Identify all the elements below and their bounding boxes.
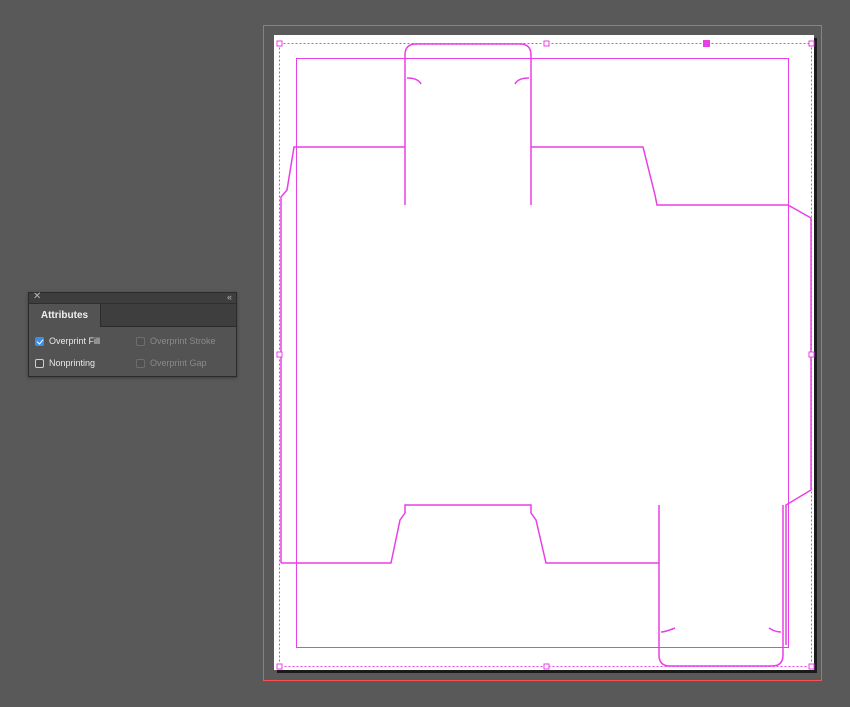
overprint-stroke-label: Overprint Stroke bbox=[150, 336, 216, 346]
overprint-gap-label: Overprint Gap bbox=[150, 358, 207, 368]
handle-top-left bbox=[276, 40, 283, 47]
panel-tab-strip: Attributes bbox=[29, 304, 236, 327]
handle-bottom-left bbox=[276, 663, 283, 670]
handle-middle-left bbox=[276, 351, 283, 358]
handle-top-right bbox=[808, 40, 815, 47]
tab-attributes-label: Attributes bbox=[40, 310, 89, 321]
nonprinting-checkbox[interactable]: Nonprinting bbox=[35, 358, 95, 368]
handle-bottom-center bbox=[543, 663, 550, 670]
checkbox-unchecked-icon[interactable] bbox=[35, 358, 44, 368]
handle-bottom-right bbox=[808, 663, 815, 670]
attributes-panel: ✕ ‹‹ Attributes Overprint Fill Overprint… bbox=[28, 291, 237, 377]
overprint-gap-checkbox: Overprint Gap bbox=[136, 358, 207, 368]
artboard[interactable] bbox=[274, 35, 814, 670]
panel-title-bar[interactable]: ✕ ‹‹ bbox=[29, 291, 236, 304]
close-icon[interactable]: ✕ bbox=[33, 291, 41, 303]
anchor-point-selected[interactable] bbox=[703, 40, 710, 47]
overprint-stroke-checkbox: Overprint Stroke bbox=[136, 336, 216, 346]
checkbox-checked-icon[interactable] bbox=[35, 336, 44, 346]
overprint-fill-label: Overprint Fill bbox=[49, 336, 101, 346]
double-chevron-icon[interactable]: ‹‹ bbox=[227, 291, 232, 303]
tab-attributes[interactable]: Attributes bbox=[29, 304, 101, 327]
handle-middle-right bbox=[808, 351, 815, 358]
handle-top-center bbox=[543, 40, 550, 47]
nonprinting-label: Nonprinting bbox=[49, 358, 96, 368]
checkbox-disabled-icon bbox=[136, 358, 145, 368]
checkbox-disabled-icon bbox=[136, 336, 145, 346]
overprint-fill-checkbox[interactable]: Overprint Fill bbox=[35, 336, 100, 346]
